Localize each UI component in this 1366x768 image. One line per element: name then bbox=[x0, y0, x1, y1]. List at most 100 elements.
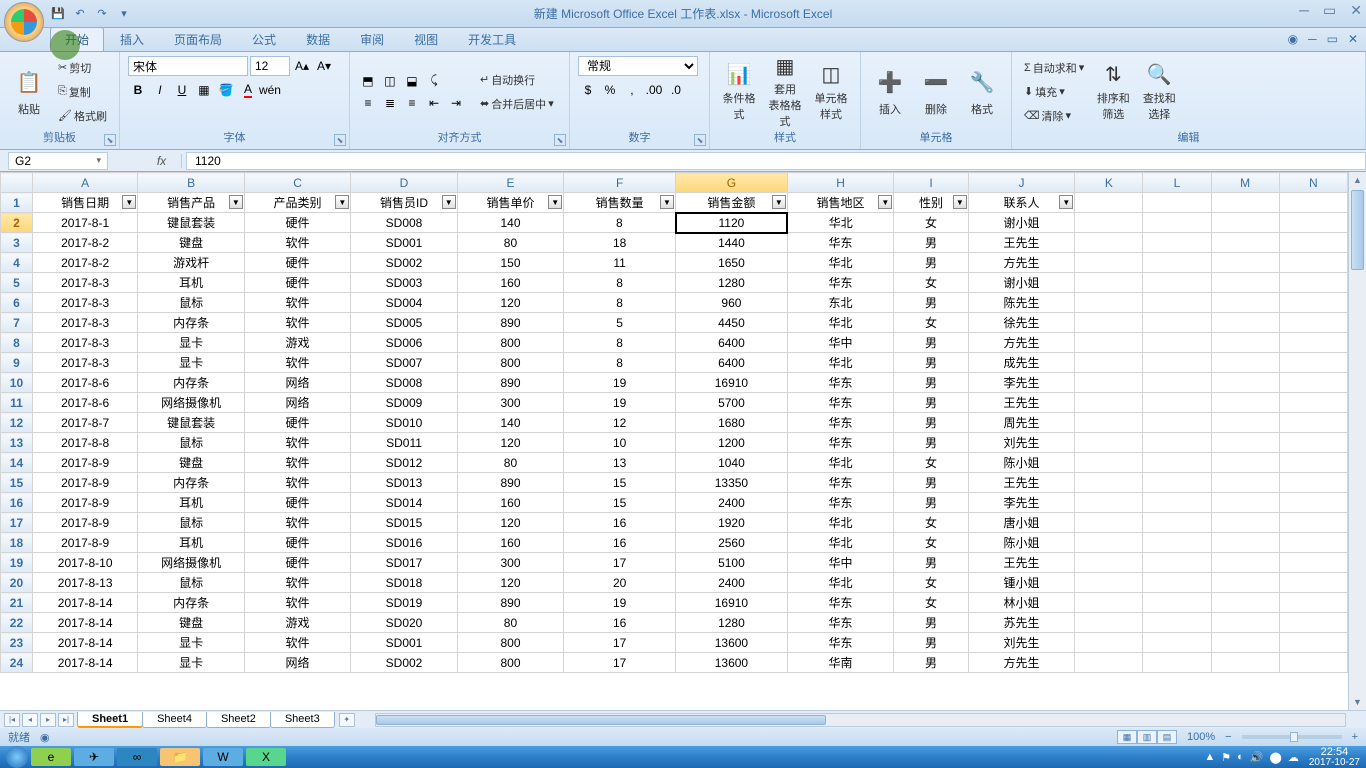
row-header-13[interactable]: 13 bbox=[1, 433, 33, 453]
tray-icon[interactable]: ⚑ bbox=[1221, 751, 1231, 764]
cell-K13[interactable] bbox=[1075, 433, 1143, 453]
cell-B14[interactable]: 键盘 bbox=[138, 453, 244, 473]
cell-E14[interactable]: 80 bbox=[457, 453, 563, 473]
col-header-F[interactable]: F bbox=[564, 173, 676, 193]
cell-E3[interactable]: 80 bbox=[457, 233, 563, 253]
taskbar-excel[interactable]: X bbox=[246, 748, 286, 766]
cell-K5[interactable] bbox=[1075, 273, 1143, 293]
cell-A15[interactable]: 2017-8-9 bbox=[32, 473, 137, 493]
cell-D18[interactable]: SD016 bbox=[351, 533, 457, 553]
cell-I20[interactable]: 女 bbox=[894, 573, 969, 593]
font-color-icon[interactable]: A bbox=[238, 80, 258, 100]
app-minimize-icon[interactable]: ─ bbox=[1308, 32, 1317, 46]
tray-icon[interactable]: 🔊 bbox=[1250, 751, 1264, 764]
cell-A6[interactable]: 2017-8-3 bbox=[32, 293, 137, 313]
cell-I19[interactable]: 男 bbox=[894, 553, 969, 573]
cell-F10[interactable]: 19 bbox=[564, 373, 676, 393]
cell-H14[interactable]: 华北 bbox=[787, 453, 893, 473]
cell-G15[interactable]: 13350 bbox=[676, 473, 788, 493]
cell-N22[interactable] bbox=[1279, 613, 1347, 633]
cell-K10[interactable] bbox=[1075, 373, 1143, 393]
cell-J23[interactable]: 刘先生 bbox=[968, 633, 1074, 653]
cell-A8[interactable]: 2017-8-3 bbox=[32, 333, 137, 353]
cell-K2[interactable] bbox=[1075, 213, 1143, 233]
cell-A9[interactable]: 2017-8-3 bbox=[32, 353, 137, 373]
cell-G18[interactable]: 2560 bbox=[676, 533, 788, 553]
cell-A16[interactable]: 2017-8-9 bbox=[32, 493, 137, 513]
row-header-4[interactable]: 4 bbox=[1, 253, 33, 273]
header-cell[interactable] bbox=[1279, 193, 1347, 213]
cell-C15[interactable]: 软件 bbox=[244, 473, 350, 493]
clock-time[interactable]: 22:54 bbox=[1309, 747, 1360, 758]
cell-M22[interactable] bbox=[1211, 613, 1279, 633]
cell-A11[interactable]: 2017-8-6 bbox=[32, 393, 137, 413]
phonetic-icon[interactable]: wén bbox=[260, 80, 280, 100]
cell-H10[interactable]: 华东 bbox=[787, 373, 893, 393]
row-header-23[interactable]: 23 bbox=[1, 633, 33, 653]
font-size-select[interactable] bbox=[250, 56, 290, 76]
header-cell[interactable]: 销售地区▼ bbox=[787, 193, 893, 213]
cell-F9[interactable]: 8 bbox=[564, 353, 676, 373]
fill-button[interactable]: ⬇填充▾ bbox=[1020, 81, 1088, 103]
row-header-22[interactable]: 22 bbox=[1, 613, 33, 633]
row-header-5[interactable]: 5 bbox=[1, 273, 33, 293]
row-header-10[interactable]: 10 bbox=[1, 373, 33, 393]
align-center-icon[interactable]: ≣ bbox=[380, 93, 400, 113]
cell-A2[interactable]: 2017-8-1 bbox=[32, 213, 137, 233]
cell-K14[interactable] bbox=[1075, 453, 1143, 473]
cell-N7[interactable] bbox=[1279, 313, 1347, 333]
cell-I6[interactable]: 男 bbox=[894, 293, 969, 313]
cell-J14[interactable]: 陈小姐 bbox=[968, 453, 1074, 473]
cell-H24[interactable]: 华南 bbox=[787, 653, 893, 673]
cell-B6[interactable]: 鼠标 bbox=[138, 293, 244, 313]
orientation-icon[interactable]: ⤹ bbox=[424, 71, 444, 91]
redo-icon[interactable]: ↷ bbox=[94, 6, 110, 22]
header-cell[interactable]: 销售单价▼ bbox=[457, 193, 563, 213]
cell-M20[interactable] bbox=[1211, 573, 1279, 593]
cell-N19[interactable] bbox=[1279, 553, 1347, 573]
cell-B17[interactable]: 鼠标 bbox=[138, 513, 244, 533]
row-header-8[interactable]: 8 bbox=[1, 333, 33, 353]
cell-D23[interactable]: SD001 bbox=[351, 633, 457, 653]
cell-N12[interactable] bbox=[1279, 413, 1347, 433]
cell-H5[interactable]: 华东 bbox=[787, 273, 893, 293]
find-select-button[interactable]: 🔍查找和 选择 bbox=[1138, 59, 1180, 125]
cell-M7[interactable] bbox=[1211, 313, 1279, 333]
col-header-K[interactable]: K bbox=[1075, 173, 1143, 193]
app-close-icon[interactable]: ✕ bbox=[1348, 32, 1358, 46]
cell-I9[interactable]: 男 bbox=[894, 353, 969, 373]
cell-B24[interactable]: 显卡 bbox=[138, 653, 244, 673]
cell-L12[interactable] bbox=[1143, 413, 1211, 433]
cell-G2[interactable]: 1120 bbox=[676, 213, 788, 233]
cell-M10[interactable] bbox=[1211, 373, 1279, 393]
decrease-font-icon[interactable]: A▾ bbox=[314, 56, 334, 76]
cell-K21[interactable] bbox=[1075, 593, 1143, 613]
cell-N2[interactable] bbox=[1279, 213, 1347, 233]
cell-B21[interactable]: 内存条 bbox=[138, 593, 244, 613]
taskbar-browser[interactable]: e bbox=[31, 748, 71, 766]
row-header-7[interactable]: 7 bbox=[1, 313, 33, 333]
cell-G16[interactable]: 2400 bbox=[676, 493, 788, 513]
cell-M8[interactable] bbox=[1211, 333, 1279, 353]
cell-J4[interactable]: 方先生 bbox=[968, 253, 1074, 273]
align-right-icon[interactable]: ≡ bbox=[402, 93, 422, 113]
ribbon-tab-4[interactable]: 数据 bbox=[292, 28, 344, 51]
cell-I2[interactable]: 女 bbox=[894, 213, 969, 233]
bold-icon[interactable]: B bbox=[128, 80, 148, 100]
cell-C9[interactable]: 软件 bbox=[244, 353, 350, 373]
cell-B10[interactable]: 内存条 bbox=[138, 373, 244, 393]
cell-F22[interactable]: 16 bbox=[564, 613, 676, 633]
cell-G17[interactable]: 1920 bbox=[676, 513, 788, 533]
cell-E8[interactable]: 800 bbox=[457, 333, 563, 353]
cell-I21[interactable]: 女 bbox=[894, 593, 969, 613]
cell-D4[interactable]: SD002 bbox=[351, 253, 457, 273]
tab-nav-first[interactable]: |◂ bbox=[4, 713, 20, 727]
tab-nav-prev[interactable]: ◂ bbox=[22, 713, 38, 727]
cell-J2[interactable]: 谢小姐 bbox=[968, 213, 1074, 233]
italic-icon[interactable]: I bbox=[150, 80, 170, 100]
select-all-corner[interactable] bbox=[1, 173, 33, 193]
cell-H4[interactable]: 华北 bbox=[787, 253, 893, 273]
sort-filter-button[interactable]: ⇅排序和 筛选 bbox=[1092, 59, 1134, 125]
filter-button[interactable]: ▼ bbox=[442, 195, 456, 209]
cell-E2[interactable]: 140 bbox=[457, 213, 563, 233]
